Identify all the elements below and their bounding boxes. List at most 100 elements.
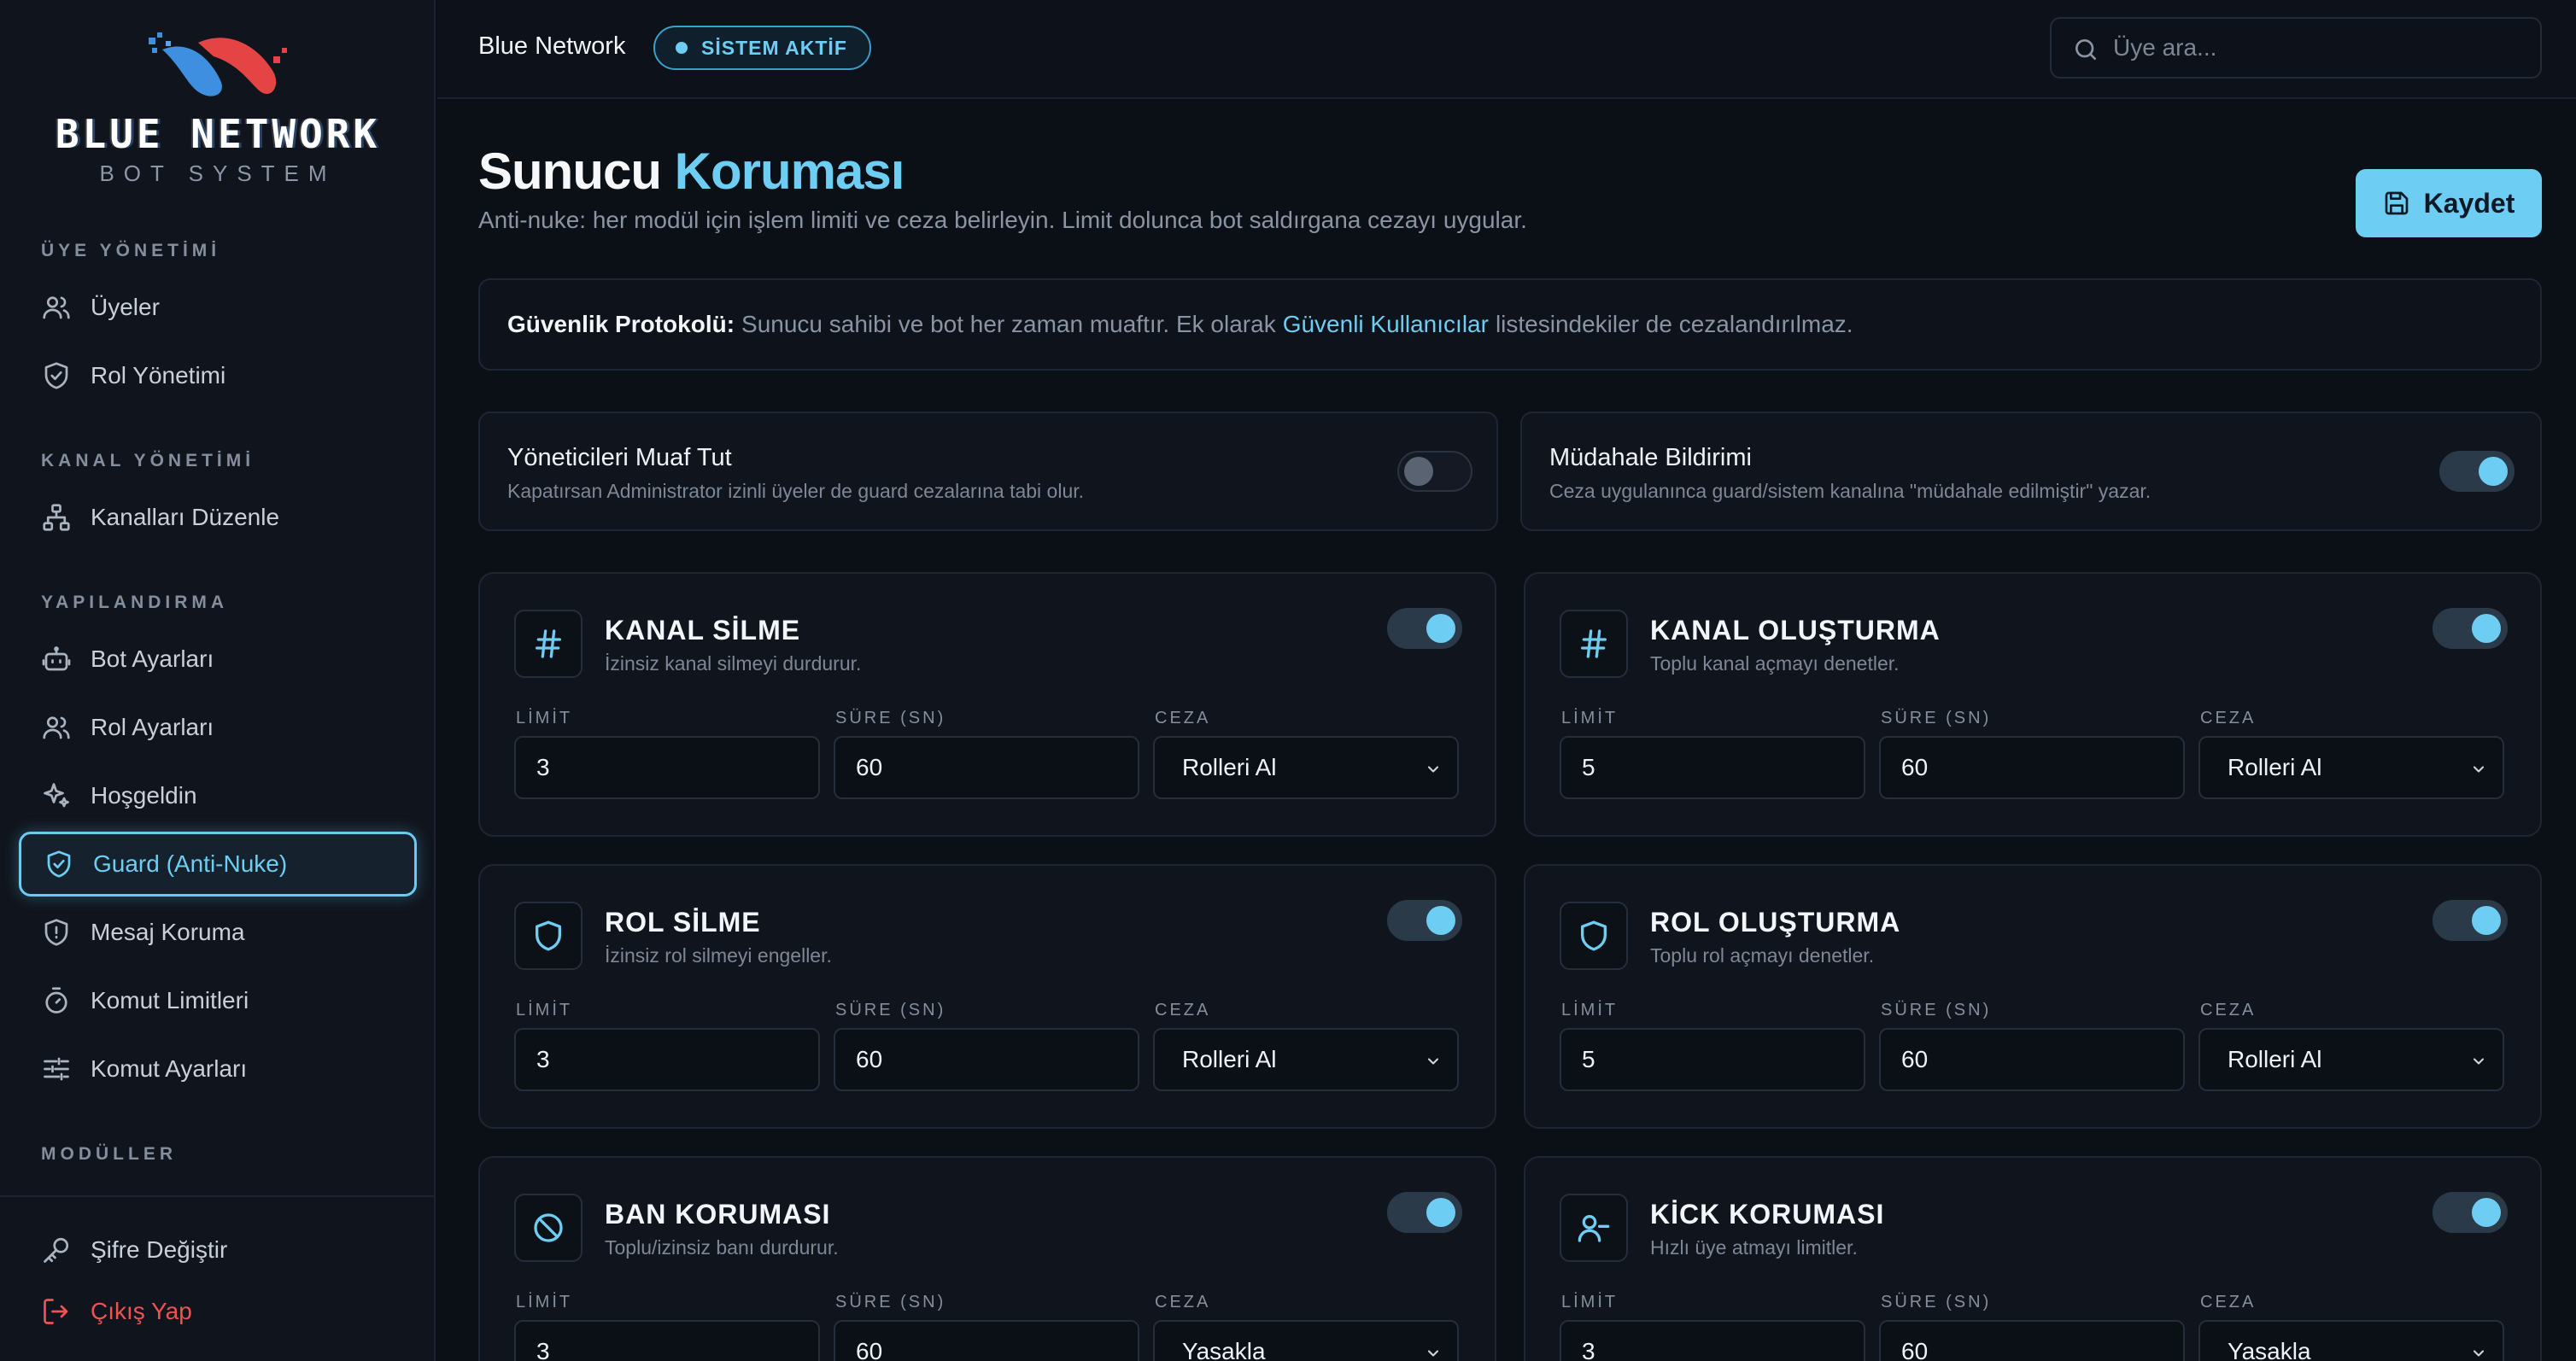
logo-title: BLUE NETWORK bbox=[55, 111, 381, 157]
module-toggle[interactable] bbox=[2433, 900, 2508, 941]
module-toggle[interactable] bbox=[1387, 1192, 1462, 1233]
sidebar-item-label: Rol Yönetimi bbox=[91, 362, 226, 388]
penalty-select[interactable]: Yasakla bbox=[1153, 1320, 1459, 1361]
penalty-select[interactable]: Rolleri Al bbox=[2198, 1028, 2504, 1091]
penalty-label: CEZA bbox=[1155, 709, 1211, 727]
penalty-value: Rolleri Al bbox=[1182, 754, 1277, 780]
module-desc: Toplu/izinsiz banı durdurur. bbox=[605, 1236, 839, 1259]
toggle-card-desc: Ceza uygulanınca guard/sistem kanalına "… bbox=[1549, 480, 2152, 502]
toggle-card-title: Yöneticileri Muaf Tut bbox=[507, 444, 732, 471]
ban-icon bbox=[514, 1194, 583, 1262]
intervention-notice-toggle[interactable] bbox=[2439, 451, 2515, 492]
module-toggle[interactable] bbox=[1387, 900, 1462, 941]
duration-input[interactable]: 60 bbox=[1879, 1028, 2185, 1091]
module-card: ROL SİLME İzinsiz rol silmeyi engeller. Lİ… bbox=[478, 864, 1496, 1129]
penalty-value: Rolleri Al bbox=[2228, 754, 2322, 780]
module-title: ROL SİLME bbox=[605, 907, 761, 938]
sidebar-item-label: Komut Ayarları bbox=[91, 1055, 248, 1082]
module-card: KİCK KORUMASI Hızlı üye atmayı limitler. L… bbox=[1524, 1156, 2542, 1361]
search-input[interactable] bbox=[2113, 29, 2523, 67]
sidebar-item-bot-settings[interactable]: Bot Ayarları bbox=[19, 627, 417, 692]
sidebar-item-command-settings[interactable]: Komut Ayarları bbox=[19, 1037, 417, 1101]
limit-input[interactable]: 3 bbox=[1560, 1320, 1865, 1361]
sidebar-item-label: Mesaj Koruma bbox=[91, 919, 245, 945]
limit-label: LİMİT bbox=[1561, 709, 1619, 727]
duration-label: SÜRE (SN) bbox=[835, 1001, 946, 1019]
logo[interactable]: BLUE NETWORK BOT SYSTEM bbox=[0, 31, 436, 193]
sidebar-item-change-password[interactable]: Şifre Değiştir bbox=[19, 1218, 417, 1282]
search-icon bbox=[2075, 39, 2096, 60]
duration-input[interactable]: 60 bbox=[834, 1320, 1139, 1361]
limit-input[interactable]: 3 bbox=[514, 1320, 820, 1361]
sidebar-item-role-settings[interactable]: Rol Ayarları bbox=[19, 695, 417, 760]
limit-label: LİMİT bbox=[516, 709, 573, 727]
timer-icon bbox=[41, 985, 72, 1016]
duration-input[interactable]: 60 bbox=[1879, 1320, 2185, 1361]
sidebar-item-command-limits[interactable]: Komut Limitleri bbox=[19, 968, 417, 1033]
limit-input[interactable]: 3 bbox=[514, 1028, 820, 1091]
penalty-select[interactable]: Yasakla bbox=[2198, 1320, 2504, 1361]
duration-input[interactable]: 60 bbox=[1879, 736, 2185, 799]
sparkle-icon bbox=[41, 780, 72, 811]
chevron-down-icon bbox=[1427, 1058, 1439, 1065]
module-desc: Toplu kanal açmayı denetler. bbox=[1650, 652, 1900, 675]
sidebar-item-message-protection[interactable]: Mesaj Koruma bbox=[19, 900, 417, 965]
sidebar-item-role-management[interactable]: Rol Yönetimi bbox=[19, 343, 417, 408]
module-toggle[interactable] bbox=[2433, 1192, 2508, 1233]
toggle-card-desc: Kapatırsan Administrator izinli üyeler d… bbox=[507, 480, 1085, 502]
penalty-select[interactable]: Rolleri Al bbox=[1153, 736, 1459, 799]
sidebar-item-label: Üyeler bbox=[91, 294, 160, 320]
sidebar-item-welcome[interactable]: Hoşgeldin bbox=[19, 763, 417, 828]
search-box[interactable] bbox=[2050, 17, 2542, 79]
sidebar-item-logout[interactable]: Çıkış Yap bbox=[19, 1279, 417, 1344]
exempt-admins-toggle[interactable] bbox=[1397, 451, 1472, 492]
top-header: Blue Network SİSTEM AKTİF bbox=[437, 0, 2576, 99]
module-title: KİCK KORUMASI bbox=[1650, 1199, 1885, 1230]
limit-label: LİMİT bbox=[516, 1001, 573, 1019]
save-button[interactable]: Kaydet bbox=[2356, 169, 2542, 237]
sliders-icon bbox=[41, 1054, 72, 1084]
sidebar: BLUE NETWORK BOT SYSTEM ÜYE YÖNETİMİ Üye… bbox=[0, 0, 436, 1361]
chevron-down-icon bbox=[1427, 766, 1439, 773]
module-toggle[interactable] bbox=[2433, 608, 2508, 649]
hash-icon bbox=[514, 610, 583, 678]
limit-input[interactable]: 5 bbox=[1560, 1028, 1865, 1091]
trusted-users-link[interactable]: Güvenli Kullanıcılar bbox=[1283, 311, 1489, 338]
penalty-label: CEZA bbox=[2200, 1001, 2257, 1019]
penalty-label: CEZA bbox=[2200, 1293, 2257, 1311]
toggle-card-title: Müdahale Bildirimi bbox=[1549, 444, 1752, 471]
logo-mark-icon bbox=[149, 32, 287, 96]
bot-icon bbox=[41, 644, 72, 675]
limit-input[interactable]: 3 bbox=[514, 736, 820, 799]
users-icon bbox=[41, 292, 72, 323]
penalty-select[interactable]: Rolleri Al bbox=[2198, 736, 2504, 799]
duration-input[interactable]: 60 bbox=[834, 736, 1139, 799]
penalty-select[interactable]: Rolleri Al bbox=[1153, 1028, 1459, 1091]
page-title-main: Sunucu bbox=[478, 143, 662, 200]
toggle-knob bbox=[2479, 457, 2508, 486]
status-badge: SİSTEM AKTİF bbox=[653, 26, 871, 70]
sidebar-item-members[interactable]: Üyeler bbox=[19, 275, 417, 340]
module-title: BAN KORUMASI bbox=[605, 1199, 831, 1230]
sidebar-item-edit-channels[interactable]: Kanalları Düzenle bbox=[19, 485, 417, 550]
module-card: KANAL SİLME İzinsiz kanal silmeyi durduru… bbox=[478, 572, 1496, 837]
sidebar-item-guard[interactable]: Guard (Anti-Nuke) bbox=[19, 832, 417, 897]
toggle-knob bbox=[2472, 906, 2501, 935]
sidebar-item-label: Bot Ayarları bbox=[91, 645, 214, 672]
limit-input[interactable]: 5 bbox=[1560, 736, 1865, 799]
header-brand: Blue Network bbox=[478, 32, 626, 60]
module-toggle[interactable] bbox=[1387, 608, 1462, 649]
save-button-label: Kaydet bbox=[2423, 187, 2515, 219]
toggle-knob bbox=[1426, 906, 1455, 935]
chevron-down-icon bbox=[2473, 1058, 2485, 1065]
duration-label: SÜRE (SN) bbox=[835, 709, 946, 727]
limit-label: LİMİT bbox=[1561, 1001, 1619, 1019]
logo-subtitle: BOT SYSTEM bbox=[99, 161, 337, 186]
module-card: ROL OLUŞTURMA Toplu rol açmayı denetler. L… bbox=[1524, 864, 2542, 1129]
duration-input[interactable]: 60 bbox=[834, 1028, 1139, 1091]
toggle-card-exempt-admins: Yöneticileri Muaf Tut Kapatırsan Adminis… bbox=[478, 412, 1498, 531]
shield-icon bbox=[514, 902, 583, 970]
module-desc: Hızlı üye atmayı limitler. bbox=[1650, 1236, 1858, 1259]
chevron-down-icon bbox=[2473, 1350, 2485, 1357]
penalty-label: CEZA bbox=[1155, 1001, 1211, 1019]
